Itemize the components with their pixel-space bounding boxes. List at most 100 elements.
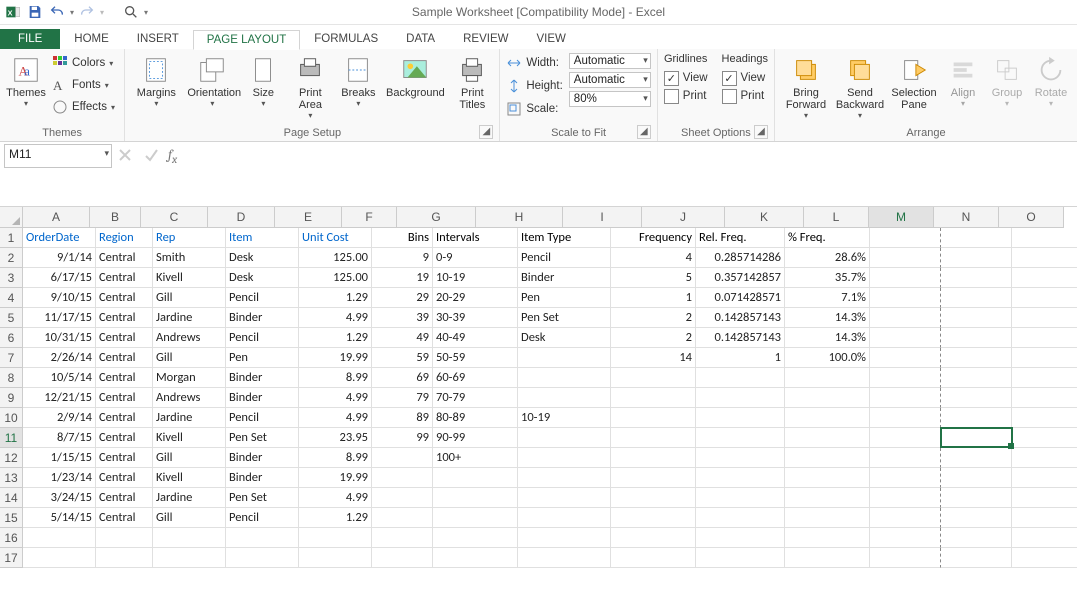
cell-K4[interactable]: 7.1% (785, 288, 870, 308)
cell-A8[interactable]: 10/5/14 (23, 368, 96, 388)
cell-E15[interactable]: 1.29 (299, 508, 372, 528)
tab-formulas[interactable]: FORMULAS (300, 29, 392, 49)
size-button[interactable]: Size▾ (243, 53, 283, 108)
cell-K14[interactable] (785, 488, 870, 508)
cell-B1[interactable]: Region (96, 228, 153, 248)
cell-B5[interactable]: Central (96, 308, 153, 328)
cell-B17[interactable] (96, 548, 153, 568)
cell-L17[interactable] (870, 548, 941, 568)
cell-I8[interactable] (611, 368, 696, 388)
scale-spinner[interactable]: 80% (569, 91, 651, 107)
cell-F17[interactable] (372, 548, 433, 568)
cell-K1[interactable]: % Freq. (785, 228, 870, 248)
cell-H14[interactable] (518, 488, 611, 508)
cell-I16[interactable] (611, 528, 696, 548)
column-header-L[interactable]: L (804, 207, 869, 228)
row-header-1[interactable]: 1 (0, 228, 23, 248)
cell-J17[interactable] (696, 548, 785, 568)
insert-function-icon[interactable]: fx (168, 146, 177, 166)
cell-C3[interactable]: Kivell (153, 268, 226, 288)
cell-F15[interactable] (372, 508, 433, 528)
cell-K7[interactable]: 100.0% (785, 348, 870, 368)
cell-L7[interactable] (870, 348, 941, 368)
cell-J8[interactable] (696, 368, 785, 388)
cell-H6[interactable]: Desk (518, 328, 611, 348)
cell-E14[interactable]: 4.99 (299, 488, 372, 508)
cell-D7[interactable]: Pen (226, 348, 299, 368)
cell-K11[interactable] (785, 428, 870, 448)
cell-I12[interactable] (611, 448, 696, 468)
cell-J3[interactable]: 0.357142857 (696, 268, 785, 288)
cell-M7[interactable] (941, 348, 1012, 368)
cell-D8[interactable]: Binder (226, 368, 299, 388)
qat-customize-icon[interactable]: ▾ (144, 8, 148, 17)
cell-A15[interactable]: 5/14/15 (23, 508, 96, 528)
cell-A4[interactable]: 9/10/15 (23, 288, 96, 308)
cell-E17[interactable] (299, 548, 372, 568)
cell-I14[interactable] (611, 488, 696, 508)
cell-B9[interactable]: Central (96, 388, 153, 408)
cell-D13[interactable]: Binder (226, 468, 299, 488)
rotate-button[interactable]: Rotate▾ (1031, 53, 1071, 108)
cell-B12[interactable]: Central (96, 448, 153, 468)
cell-M12[interactable] (941, 448, 1012, 468)
cell-G13[interactable] (433, 468, 518, 488)
cell-A2[interactable]: 9/1/14 (23, 248, 96, 268)
cell-J12[interactable] (696, 448, 785, 468)
cell-M11[interactable] (941, 428, 1012, 448)
redo-split-icon[interactable]: ▾ (100, 8, 104, 17)
cell-E13[interactable]: 19.99 (299, 468, 372, 488)
theme-fonts-button[interactable]: A Fonts▾ (52, 75, 115, 95)
cell-E2[interactable]: 125.00 (299, 248, 372, 268)
cell-J10[interactable] (696, 408, 785, 428)
cell-J1[interactable]: Rel. Freq. (696, 228, 785, 248)
cell-I1[interactable]: Frequency (611, 228, 696, 248)
cell-G12[interactable]: 100+ (433, 448, 518, 468)
cell-A6[interactable]: 10/31/15 (23, 328, 96, 348)
cell-J16[interactable] (696, 528, 785, 548)
cell-D6[interactable]: Pencil (226, 328, 299, 348)
themes-button[interactable]: Aa Themes ▾ (6, 53, 46, 108)
cell-L12[interactable] (870, 448, 941, 468)
column-header-O[interactable]: O (999, 207, 1064, 228)
cell-N14[interactable] (1012, 488, 1077, 508)
cell-F2[interactable]: 9 (372, 248, 433, 268)
cell-H15[interactable] (518, 508, 611, 528)
cell-I17[interactable] (611, 548, 696, 568)
cell-G15[interactable] (433, 508, 518, 528)
cell-K6[interactable]: 14.3% (785, 328, 870, 348)
cell-K15[interactable] (785, 508, 870, 528)
cell-N7[interactable] (1012, 348, 1077, 368)
row-header-10[interactable]: 10 (0, 408, 23, 428)
cell-H10[interactable]: 10-19 (518, 408, 611, 428)
cell-J15[interactable] (696, 508, 785, 528)
cell-E8[interactable]: 8.99 (299, 368, 372, 388)
cell-L10[interactable] (870, 408, 941, 428)
row-header-16[interactable]: 16 (0, 528, 23, 548)
row-header-2[interactable]: 2 (0, 248, 23, 268)
row-header-11[interactable]: 11 (0, 428, 23, 448)
cell-M3[interactable] (941, 268, 1012, 288)
cell-E10[interactable]: 4.99 (299, 408, 372, 428)
margins-button[interactable]: Margins▾ (131, 53, 181, 108)
cell-K8[interactable] (785, 368, 870, 388)
column-header-H[interactable]: H (476, 207, 563, 228)
cell-L11[interactable] (870, 428, 941, 448)
cell-E1[interactable]: Unit Cost (299, 228, 372, 248)
cell-H3[interactable]: Binder (518, 268, 611, 288)
cell-L16[interactable] (870, 528, 941, 548)
cell-H4[interactable]: Pen (518, 288, 611, 308)
cell-I2[interactable]: 4 (611, 248, 696, 268)
cell-D2[interactable]: Desk (226, 248, 299, 268)
column-header-J[interactable]: J (642, 207, 725, 228)
cell-I10[interactable] (611, 408, 696, 428)
cell-J14[interactable] (696, 488, 785, 508)
cell-G7[interactable]: 50-59 (433, 348, 518, 368)
name-box[interactable]: M11 ▾ (4, 144, 112, 168)
cell-A11[interactable]: 8/7/15 (23, 428, 96, 448)
cell-N17[interactable] (1012, 548, 1077, 568)
chevron-down-icon[interactable]: ▾ (104, 148, 109, 159)
column-header-M[interactable]: M (869, 207, 934, 228)
cell-N13[interactable] (1012, 468, 1077, 488)
cell-L9[interactable] (870, 388, 941, 408)
